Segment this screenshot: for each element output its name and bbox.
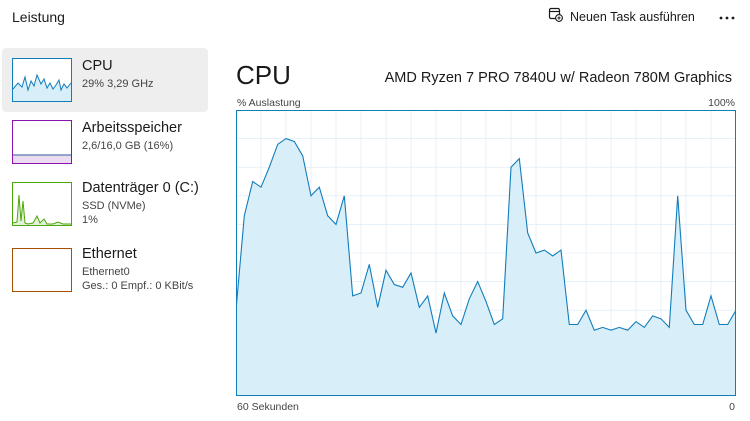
sidebar-item-detail: Ethernet0 [82, 266, 130, 278]
sidebar-item-title: Arbeitsspeicher [82, 120, 182, 136]
section-title: CPU [236, 60, 291, 90]
sidebar-item-memory[interactable]: Arbeitsspeicher 2,6/16,0 GB (16%) [2, 112, 208, 176]
title-bar: Leistung Neuen Task ausführen [0, 0, 750, 40]
y-axis-max-label: 100% [708, 97, 735, 109]
x-axis-left-label: 60 Sekunden [237, 401, 299, 413]
new-task-button[interactable]: Neuen Task ausführen [542, 4, 701, 30]
sidebar-item-disk[interactable]: Datenträger 0 (C:) SSD (NVMe) 1% [2, 176, 208, 240]
run-task-icon [548, 7, 563, 27]
more-options-button[interactable] [712, 4, 742, 30]
page-title: Leistung [12, 9, 65, 25]
memory-thumbnail-graph [12, 120, 72, 164]
sidebar-item-detail: 29% 3,29 GHz [82, 78, 154, 90]
cpu-usage-graph [236, 110, 736, 396]
cpu-thumbnail-graph [12, 58, 72, 102]
ethernet-thumbnail-graph [12, 248, 72, 292]
y-axis-label: % Auslastung [237, 97, 301, 109]
sidebar-item-cpu[interactable]: CPU 29% 3,29 GHz [2, 48, 208, 112]
x-axis-right-label: 0 [729, 401, 735, 413]
more-icon [718, 8, 736, 26]
sidebar-item-ethernet[interactable]: Ethernet Ethernet0 Ges.: 0 Empf.: 0 KBit… [2, 242, 208, 306]
sidebar-item-detail-2: 1% [82, 214, 98, 226]
sidebar-item-title: Ethernet [82, 246, 137, 262]
sidebar-item-detail-2: Ges.: 0 Empf.: 0 KBit/s [82, 280, 194, 292]
disk-thumbnail-graph [12, 182, 72, 226]
sidebar-item-detail: SSD (NVMe) [82, 200, 146, 212]
processor-name: AMD Ryzen 7 PRO 7840U w/ Radeon 780M Gra… [384, 70, 732, 86]
sidebar-item-title: Datenträger 0 (C:) [82, 180, 199, 196]
sidebar-item-title: CPU [82, 58, 113, 74]
new-task-label: Neuen Task ausführen [570, 10, 695, 24]
sidebar-item-detail: 2,6/16,0 GB (16%) [82, 140, 174, 152]
